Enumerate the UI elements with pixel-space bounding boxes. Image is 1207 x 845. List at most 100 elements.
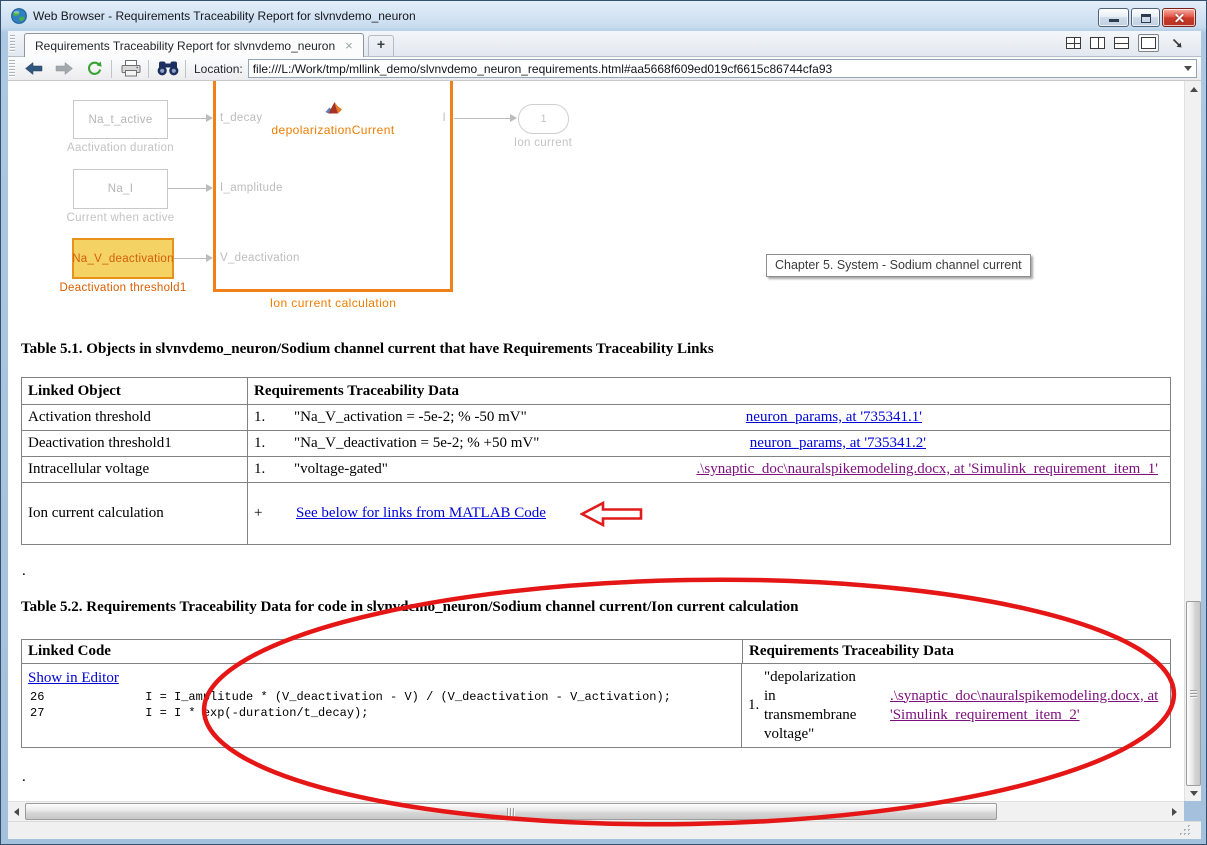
column-header-req-data: Requirements Traceability Data [742,640,1170,663]
code-line-26: 26 I = I_amplitude * (V_deactivation - V… [30,690,671,704]
port-i-amplitude: I_amplitude [220,182,283,194]
arrowhead-icon [206,184,213,192]
layout-vertical-split-icon[interactable] [1090,37,1105,49]
location-dropdown-button[interactable] [1180,60,1196,77]
requirement-text: "Na_V_activation = -5e-2; % -50 mV" [294,409,527,425]
close-button[interactable] [1162,8,1196,27]
forward-icon [55,62,73,75]
layout-single-icon [1141,37,1156,49]
show-in-editor-link[interactable]: Show in Editor [22,664,741,689]
layout-horizontal-split-icon[interactable] [1114,37,1129,49]
list-number: 1. [254,461,266,477]
table-row: Intracellular voltage 1. "voltage-gated"… [22,456,1170,482]
signal-line [168,118,208,119]
block-na-v-deactivation[interactable]: Na_V_deactivation [72,238,174,279]
layout-single-selected[interactable] [1138,34,1159,52]
requirement-doc-link[interactable]: .\synaptic_doc\nauralspikemodeling.docx,… [890,687,1170,725]
requirement-text: "Na_V_deactivation = 5e-2; % +50 mV" [294,435,540,451]
arrow-down-icon [1189,790,1198,796]
paragraph-dot: . [22,769,26,785]
arrow-right-icon [1171,808,1177,816]
scroll-left-button[interactable] [8,803,24,821]
toolbar-separator [111,59,112,78]
title-bar: Web Browser - Requirements Traceability … [1,1,1206,31]
tab-bar: Requirements Traceability Report for slv… [8,31,1201,57]
req-data-cell: 1. "depolarization in transmembrane volt… [741,664,1170,747]
report-page: Na_t_active Aactivation duration Na_I Cu… [8,81,1184,801]
linked-object-cell: Activation threshold [28,409,151,425]
table-row: Activation threshold 1. "Na_V_activation… [22,404,1170,430]
arrowhead-icon [510,114,517,122]
table2: Linked Code Requirements Traceability Da… [21,639,1171,748]
scroll-right-button[interactable] [1166,803,1182,821]
subsystem-caption: Ion current calculation [269,296,397,310]
navigation-toolbar: Location: [8,57,1201,81]
signal-line [174,258,208,259]
vertical-scroll-thumb[interactable] [1186,601,1201,786]
new-tab-button[interactable]: + [368,35,394,57]
subsystem-title: depolarizationCurrent [271,123,395,137]
tab-requirements-report[interactable]: Requirements Traceability Report for slv… [24,33,364,57]
signal-line [168,188,208,189]
back-button[interactable] [23,59,45,79]
maximize-button[interactable] [1131,8,1160,27]
scroll-down-button[interactable] [1185,785,1202,801]
refresh-button[interactable] [83,59,105,79]
location-input[interactable] [248,61,1180,76]
chevron-down-icon [1184,66,1192,71]
table1: Linked Object Requirements Traceability … [21,377,1171,545]
toolbar-grip[interactable] [9,59,15,78]
linked-object-cell: Ion current calculation [28,505,164,521]
see-below-link[interactable]: See below for links from MATLAB Code [296,505,546,522]
find-button[interactable] [157,59,179,79]
undock-arrow-icon[interactable] [1172,38,1183,49]
linked-object-cell: Intracellular voltage [28,461,150,477]
block-na-i[interactable]: Na_I [73,169,168,209]
block-caption: Aactivation duration [66,142,174,154]
layout-grid-icon[interactable] [1066,37,1081,49]
linked-object-cell: Deactivation threshold1 [28,435,172,451]
minimize-button[interactable] [1098,8,1129,27]
back-icon [25,62,43,75]
port-t-decay: t_decay [220,112,263,124]
print-button[interactable] [120,59,142,79]
vertical-scrollbar[interactable] [1184,81,1201,801]
table-row: Ion current calculation + See below for … [22,482,1170,544]
outport-caption: Ion current [513,137,573,149]
horizontal-scroll-thumb[interactable] [25,803,997,820]
outport-block[interactable]: 1 [518,104,569,134]
forward-button[interactable] [53,59,75,79]
tabbar-grip[interactable] [10,35,15,52]
location-field [247,59,1197,78]
requirement-link[interactable]: neuron_params, at '735341.2' [750,435,926,452]
horizontal-scrollbar[interactable] [8,801,1184,821]
window-title: Web Browser - Requirements Traceability … [33,9,416,23]
column-header-req-data: Requirements Traceability Data [247,378,1170,404]
refresh-icon [87,61,102,75]
list-number: 1. [254,409,266,425]
resize-grip[interactable] [1178,823,1191,836]
scroll-up-button[interactable] [1185,81,1202,97]
block-na-t-active[interactable]: Na_t_active [73,100,168,139]
maximize-icon [1141,14,1151,23]
requirement-doc-link[interactable]: .\synaptic_doc\nauralspikemodeling.docx,… [696,461,1158,478]
paragraph-dot: . [22,563,26,579]
block-caption: Deactivation threshold1 [59,282,187,294]
table-row: Show in Editor 26 I = I_amplitude * (V_d… [22,663,1170,747]
requirement-link[interactable]: neuron_params, at '735341.1' [746,409,922,426]
expand-plus[interactable]: + [254,505,294,522]
signal-line [454,118,512,119]
table1-header-row: Linked Object Requirements Traceability … [22,378,1170,404]
thumb-grip [1190,689,1197,698]
binoculars-icon [157,61,179,76]
arrowhead-icon [206,254,213,262]
thumb-grip [507,808,515,816]
toolbar-separator [185,59,186,78]
table2-title: Table 5.2. Requirements Traceability Dat… [21,599,799,615]
globe-icon [11,8,27,24]
port-v-deactivation: V_deactivation [220,252,300,264]
tab-close-icon[interactable]: × [345,39,353,52]
matlab-logo-icon [325,102,342,114]
chapter-tooltip: Chapter 5. System - Sodium channel curre… [766,254,1031,277]
minimize-icon [1109,19,1119,22]
